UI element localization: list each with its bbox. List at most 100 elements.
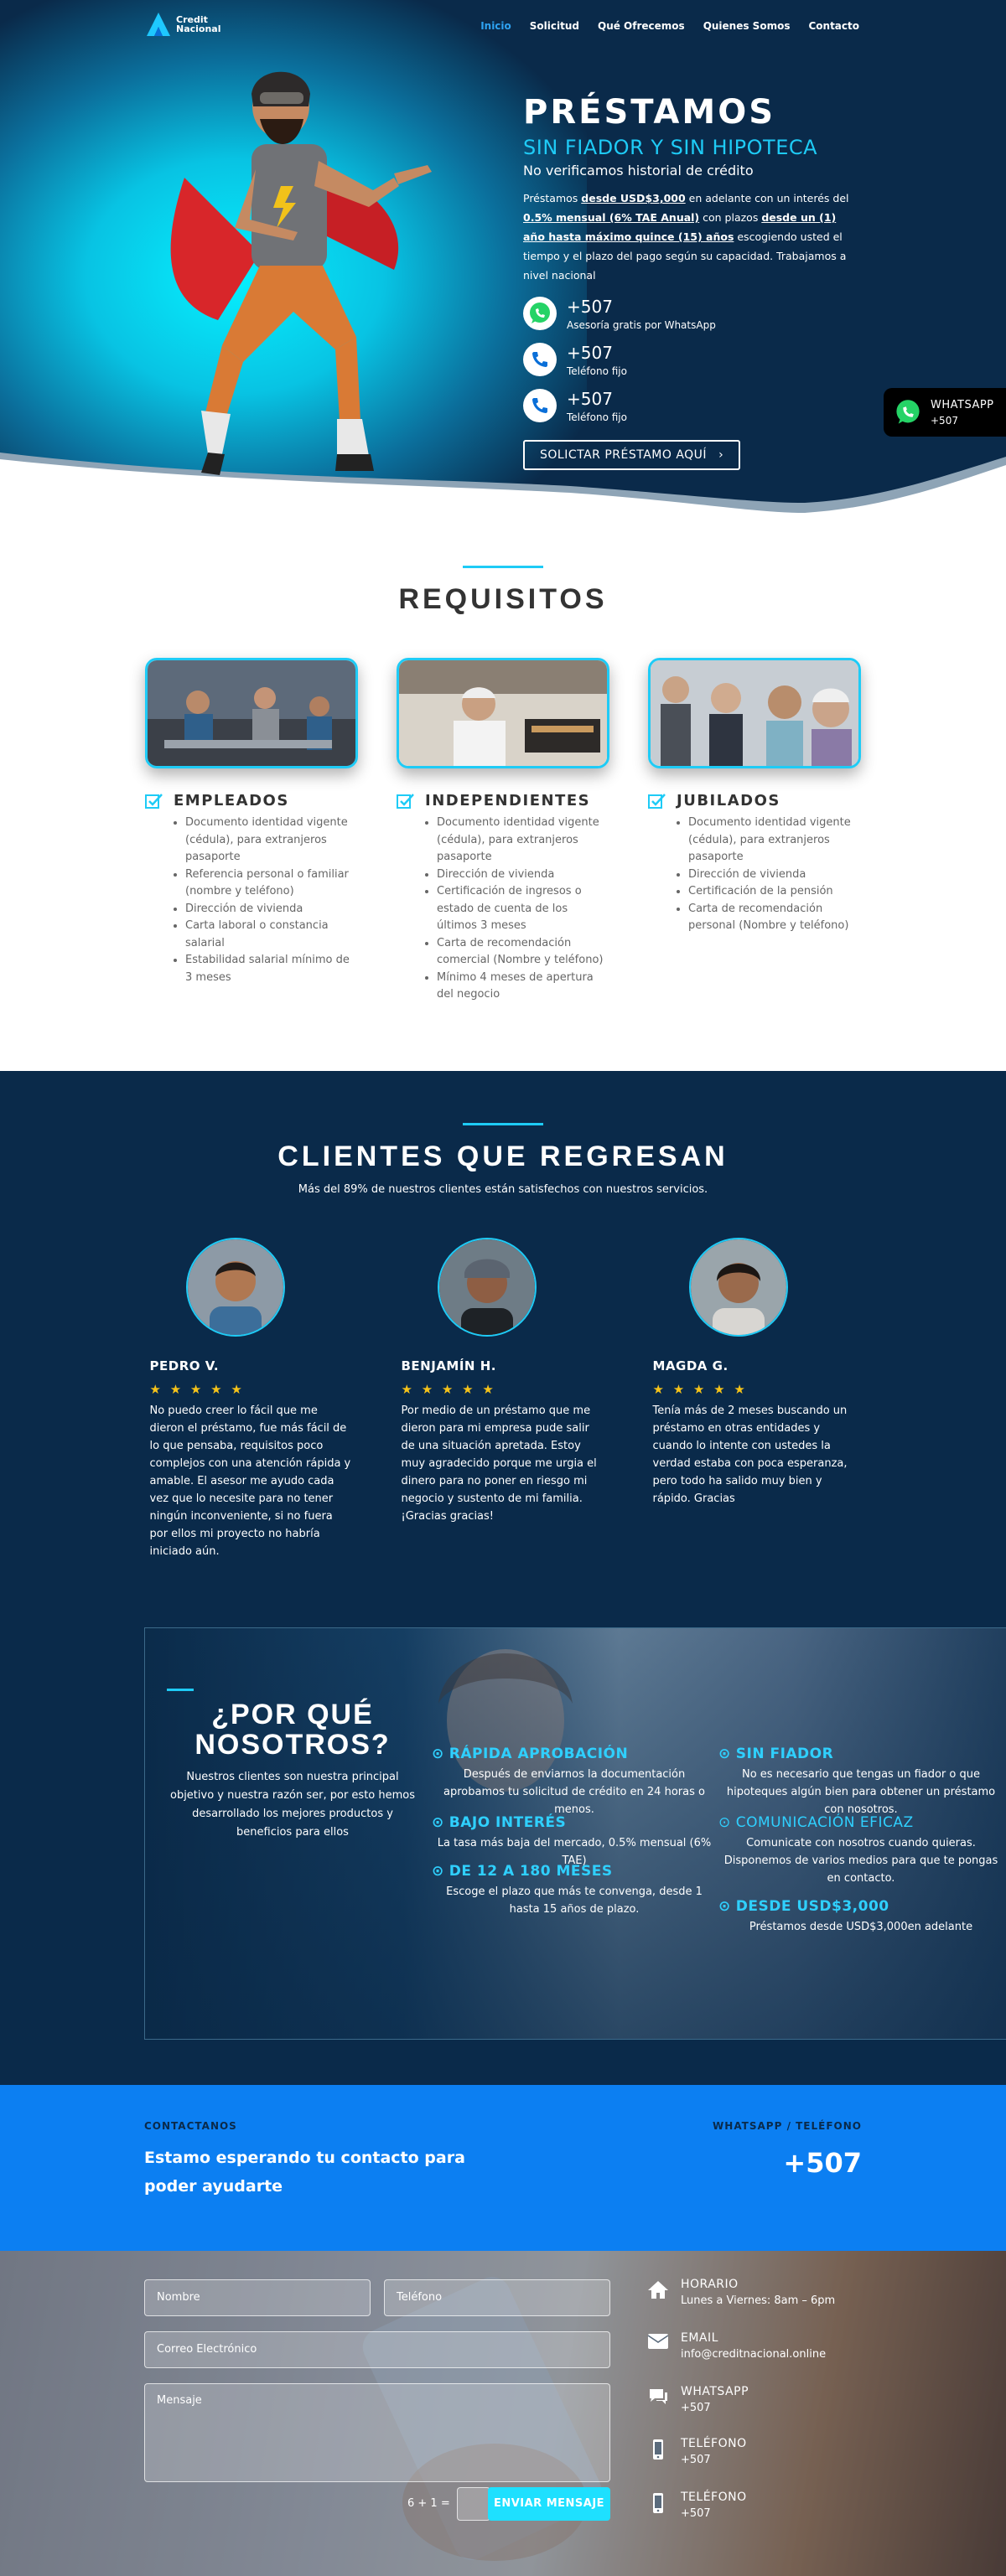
nav-item-que-ofrecemos[interactable]: Qué Ofrecemos <box>598 20 685 32</box>
list-item: Documento identidad vigente (cédula), pa… <box>688 815 861 866</box>
testimonial-card: BENJAMÍN H. ★ ★ ★ ★ ★ Por medio de un pr… <box>401 1237 605 1560</box>
hero-desc-highlight: desde USD$3,000 <box>581 192 686 204</box>
hero-contact-phone-1[interactable]: +507 Teléfono fijo <box>523 343 858 377</box>
testimonial-name: BENJAMÍN H. <box>401 1358 496 1373</box>
requisito-list: Documento identidad vigente (cédula), pa… <box>688 815 861 935</box>
hero-desc-highlight: 0.5% mensual (6% TAE Anual) <box>523 211 700 224</box>
cta-label: SOLICTAR PRÉSTAMO AQUÍ <box>540 448 708 462</box>
contact-number: +507 <box>567 297 613 317</box>
send-message-button[interactable]: ENVIAR MENSAJE <box>488 2486 610 2521</box>
email-field[interactable]: Correo Electrónico <box>144 2330 610 2368</box>
clientes-subtitle: Más del 89% de nuestros clientes están s… <box>298 1182 708 1196</box>
requisito-list: Documento identidad vigente (cédula), pa… <box>437 815 609 1004</box>
requisito-jubilados: JUBILADOS Documento identidad vigente (c… <box>648 658 861 1004</box>
whatsapp-icon <box>896 400 920 424</box>
chevron-circle-icon: ⊙ <box>432 1745 444 1762</box>
solicitar-prestamo-button[interactable]: SOLICTAR PRÉSTAMO AQUÍ › <box>523 440 741 470</box>
star-rating: ★ ★ ★ ★ ★ <box>149 1381 245 1397</box>
phone-icon <box>523 343 557 376</box>
captcha: 6 + 1 = <box>407 2486 490 2521</box>
empleados-image <box>145 658 358 768</box>
contact-number: +507 <box>567 389 613 409</box>
why-title-block: ¿POR QUÉ NOSOTROS? Nuestros clientes son… <box>167 1688 418 1842</box>
chevron-right-icon: › <box>718 448 724 462</box>
chevron-circle-icon: ⊙ <box>718 1813 731 1831</box>
section-divider <box>167 1688 194 1691</box>
whatsapp-icon <box>523 297 557 330</box>
chevron-circle-icon: ⊙ <box>718 1745 731 1762</box>
testimonial-name: PEDRO V. <box>149 1358 220 1373</box>
contact-number: +507 <box>567 343 613 363</box>
brand-logo[interactable]: Credit Nacional <box>144 10 221 39</box>
requisito-heading: EMPLEADOS <box>145 792 358 810</box>
hero-contact-whatsapp[interactable]: +507 Asesoría gratis por WhatsApp <box>523 297 858 331</box>
phone-icon <box>523 389 557 422</box>
contact-kicker: CONTACTANOS <box>144 2119 237 2132</box>
nav-item-quienes-somos[interactable]: Quienes Somos <box>703 20 791 32</box>
feature-title: BAJO INTERÉS <box>449 1813 567 1831</box>
section-divider <box>463 1122 543 1125</box>
whatsapp-float-number: +507 <box>931 414 958 427</box>
nav-item-inicio[interactable]: Inicio <box>480 20 511 32</box>
whatsapp-floating-button[interactable]: WHATSAPP +507 <box>884 388 1006 437</box>
info-whatsapp[interactable]: WHATSAPP +507 <box>647 2385 865 2414</box>
whatsapp-phone-number[interactable]: +507 <box>713 2147 862 2179</box>
testimonial-name: MAGDA G. <box>652 1358 729 1373</box>
list-item: Referencia personal o familiar (nombre y… <box>185 866 358 901</box>
info-telefono-2[interactable]: TELÉFONO +507 <box>647 2491 865 2520</box>
logo-icon <box>147 13 170 36</box>
clientes-section: CLIENTES QUE REGRESAN Más del 89% de nue… <box>0 1070 1006 2085</box>
info-title: TELÉFONO <box>681 2490 747 2504</box>
checkbox-check-icon <box>397 793 414 809</box>
info-telefono-1[interactable]: TELÉFONO +507 <box>647 2437 865 2466</box>
nav-item-contacto[interactable]: Contacto <box>808 20 859 32</box>
requisito-heading: JUBILADOS <box>648 792 861 810</box>
testimonial-text: Tenía más de 2 meses buscando un préstam… <box>652 1404 848 1505</box>
captcha-input[interactable] <box>456 2486 490 2521</box>
requisito-title: JUBILADOS <box>677 792 780 810</box>
why-us-panel: ¿POR QUÉ NOSOTROS? Nuestros clientes son… <box>144 1627 1006 2040</box>
list-item: Dirección de vivienda <box>688 866 861 884</box>
name-field[interactable]: Nombre <box>144 2279 371 2316</box>
hero-contact-phone-2[interactable]: +507 Teléfono fijo <box>523 389 858 423</box>
info-email[interactable]: EMAIL info@creditnacional.online <box>647 2331 865 2361</box>
whatsapp-float-title: WHATSAPP <box>931 398 994 411</box>
contact-form-section: Nombre Teléfono Correo Electrónico Mensa… <box>0 2250 1006 2576</box>
hero-note: No verificamos historial de crédito <box>523 163 754 178</box>
list-item: Mínimo 4 meses de apertura del negocio <box>437 970 609 1004</box>
feature-desc: Préstamos desde USD$3,000en adelante <box>749 1920 973 1933</box>
chevron-circle-icon: ⊙ <box>718 1897 731 1915</box>
message-field[interactable]: Mensaje <box>144 2382 610 2482</box>
info-detail: Lunes a Viernes: 8am – 6pm <box>681 2294 836 2307</box>
info-detail: info@creditnacional.online <box>681 2347 827 2361</box>
mobile-icon <box>653 2492 663 2513</box>
phone-field[interactable]: Teléfono <box>384 2279 610 2316</box>
list-item: Certificación de la pensión <box>688 883 861 901</box>
list-item: Dirección de vivienda <box>185 901 358 918</box>
hero-desc-part: en adelante con un interés del <box>685 192 849 204</box>
testimonial-text: No puedo creer lo fácil que me dieron el… <box>149 1404 351 1558</box>
info-detail: +507 <box>681 2401 711 2414</box>
feature-desc: Después de enviarnos la documentación ap… <box>443 1767 705 1816</box>
testimonial-text: Por medio de un préstamo que me dieron p… <box>401 1404 597 1523</box>
contact-band-left: CONTACTANOS Estamo esperando tu contacto… <box>144 2120 465 2201</box>
contact-band: CONTACTANOS Estamo esperando tu contacto… <box>0 2084 1006 2251</box>
list-item: Carta de recomendación comercial (Nombre… <box>437 935 609 970</box>
hero-superhero-image <box>170 71 432 475</box>
star-rating: ★ ★ ★ ★ ★ <box>401 1381 496 1397</box>
contact-text-line2: poder ayudarte <box>144 2176 283 2196</box>
info-title: WHATSAPP <box>681 2384 749 2398</box>
nav-item-solicitud[interactable]: Solicitud <box>530 20 579 32</box>
why-content: ¿POR QUÉ NOSOTROS? Nuestros clientes son… <box>145 1628 1006 2039</box>
hero-copy: PRÉSTAMOS SIN FIADOR Y SIN HIPOTECA No v… <box>523 92 858 470</box>
checkbox-check-icon <box>145 793 163 809</box>
brand-line2: Nacional <box>176 23 221 34</box>
list-item: Certificación de ingresos o estado de cu… <box>437 883 609 935</box>
captcha-question: 6 + 1 = <box>407 2497 450 2510</box>
feature-desde-usd: ⊙ DESDE USD$3,000 Préstamos desde USD$3,0… <box>718 1898 1003 1936</box>
feature-desc: Comunicate con nosotros cuando quieras. … <box>723 1836 998 1885</box>
avatar <box>185 1237 285 1337</box>
testimonial-card: PEDRO V. ★ ★ ★ ★ ★ No puedo creer lo fác… <box>149 1237 354 1560</box>
independientes-image <box>397 658 609 768</box>
chevron-circle-icon: ⊙ <box>432 1862 444 1880</box>
